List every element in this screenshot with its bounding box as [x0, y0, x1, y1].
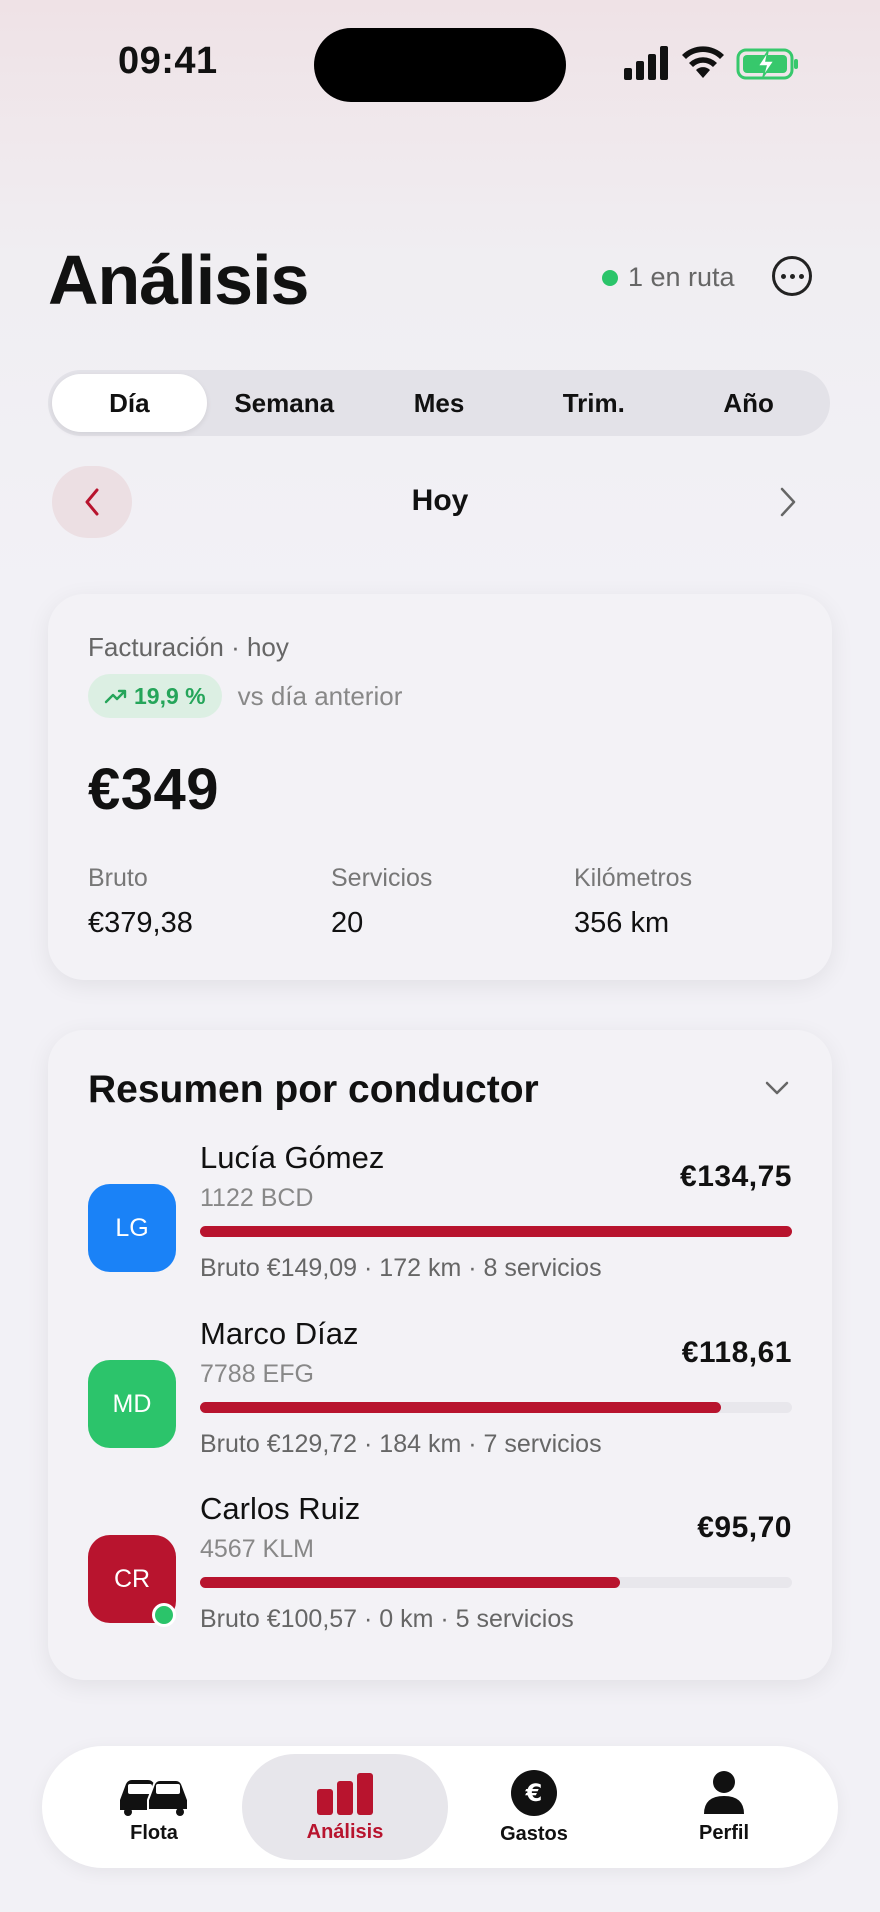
driver-name: Marco Díaz: [200, 1316, 359, 1351]
driver-share-track: [200, 1402, 792, 1413]
driver-amount: €118,61: [681, 1336, 792, 1369]
driver-share-track: [200, 1577, 792, 1588]
tab-perfil-label: Perfil: [698, 1821, 750, 1844]
revenue-label: Facturación · hoy: [88, 632, 289, 662]
stat-label-bruto: Bruto: [88, 864, 148, 892]
collapse-chevron-icon[interactable]: [764, 1080, 790, 1096]
car-icon: [120, 1778, 189, 1816]
driver-name: Lucía Gómez: [200, 1140, 385, 1175]
revenue-card: Facturación · hoy 19,9 % vs día anterior…: [48, 594, 832, 980]
stat-label-servicios: Servicios: [331, 864, 433, 892]
driver-plate: 7788 EFG: [200, 1360, 314, 1388]
driver-share-bar: [200, 1577, 621, 1588]
driver-meta: Bruto €149,09 · 172 km · 8 servicios: [200, 1254, 602, 1282]
driver-initials: LG: [115, 1213, 149, 1242]
tab-gastos[interactable]: € Gastos: [444, 1754, 624, 1860]
driver-meta: Bruto €100,57 · 0 km · 5 servicios: [200, 1605, 574, 1633]
period-tab-trim[interactable]: Trim.: [516, 374, 671, 432]
wifi-icon: [682, 46, 724, 78]
driver-meta: Bruto €129,72 · 184 km · 7 servicios: [200, 1430, 602, 1458]
dynamic-island: [314, 28, 566, 102]
tab-gastos-label: Gastos: [500, 1822, 568, 1845]
euro-icon: €: [511, 1769, 557, 1816]
svg-text:€: €: [525, 1779, 543, 1807]
more-options-button[interactable]: [772, 256, 812, 296]
driver-share-track: [200, 1226, 792, 1237]
tab-flota[interactable]: Flota: [64, 1754, 244, 1860]
period-tab-ano[interactable]: Año: [671, 374, 826, 432]
tab-flota-label: Flota: [130, 1821, 178, 1844]
driver-summary-card: Resumen por conductor LG Lucía Gómez 1122 …: [48, 1030, 832, 1680]
stat-value-bruto: €379,38: [88, 907, 193, 939]
status-time: 09:41: [118, 40, 218, 82]
period-tab-semana[interactable]: Semana: [207, 374, 362, 432]
revenue-total: €349: [88, 757, 220, 822]
trend-badge: 19,9 %: [88, 674, 222, 718]
bar-chart-icon: [317, 1772, 373, 1815]
next-day-button[interactable]: [778, 486, 798, 518]
driver-share-bar: [200, 1226, 792, 1237]
driver-name: Carlos Ruiz: [200, 1491, 361, 1526]
tab-analisis[interactable]: Análisis: [242, 1754, 448, 1860]
driver-avatar: LG: [88, 1184, 176, 1272]
driver-amount: €95,70: [697, 1511, 792, 1544]
driver-summary-title: Resumen por conductor: [88, 1068, 539, 1111]
driver-plate: 1122 BCD: [200, 1184, 314, 1212]
live-dot-icon: [602, 269, 618, 286]
trend-caption: vs día anterior: [237, 680, 403, 711]
battery-charging-icon: [736, 48, 798, 80]
online-status-dot: [152, 1603, 176, 1627]
tab-bar: Flota Análisis € Gastos Perfil: [42, 1746, 838, 1868]
driver-avatar: MD: [88, 1360, 176, 1448]
driver-amount: €134,75: [680, 1160, 792, 1193]
stat-value-kilometros: 356 km: [574, 907, 670, 939]
trend-value: 19,9 %: [134, 682, 206, 709]
period-selector: Día Semana Mes Trim. Año: [48, 370, 830, 436]
stat-value-servicios: 20: [331, 907, 364, 939]
cellular-signal-icon: [624, 46, 668, 80]
tab-perfil[interactable]: Perfil: [634, 1754, 814, 1860]
stat-label-kilometros: Kilómetros: [574, 864, 693, 892]
live-status-label: 1 en ruta: [628, 262, 735, 292]
driver-initials: CR: [113, 1564, 151, 1593]
date-label: Hoy: [411, 484, 469, 517]
period-tab-mes[interactable]: Mes: [362, 374, 517, 432]
driver-share-bar: [200, 1402, 721, 1413]
trend-up-icon: [104, 689, 127, 704]
tab-analisis-label: Análisis: [306, 1820, 384, 1843]
live-status: 1 en ruta: [602, 262, 735, 293]
driver-initials: MD: [112, 1389, 152, 1418]
page-title: Análisis: [48, 241, 309, 319]
driver-plate: 4567 KLM: [200, 1535, 314, 1563]
person-icon: [704, 1770, 744, 1814]
period-tab-dia[interactable]: Día: [52, 374, 207, 432]
